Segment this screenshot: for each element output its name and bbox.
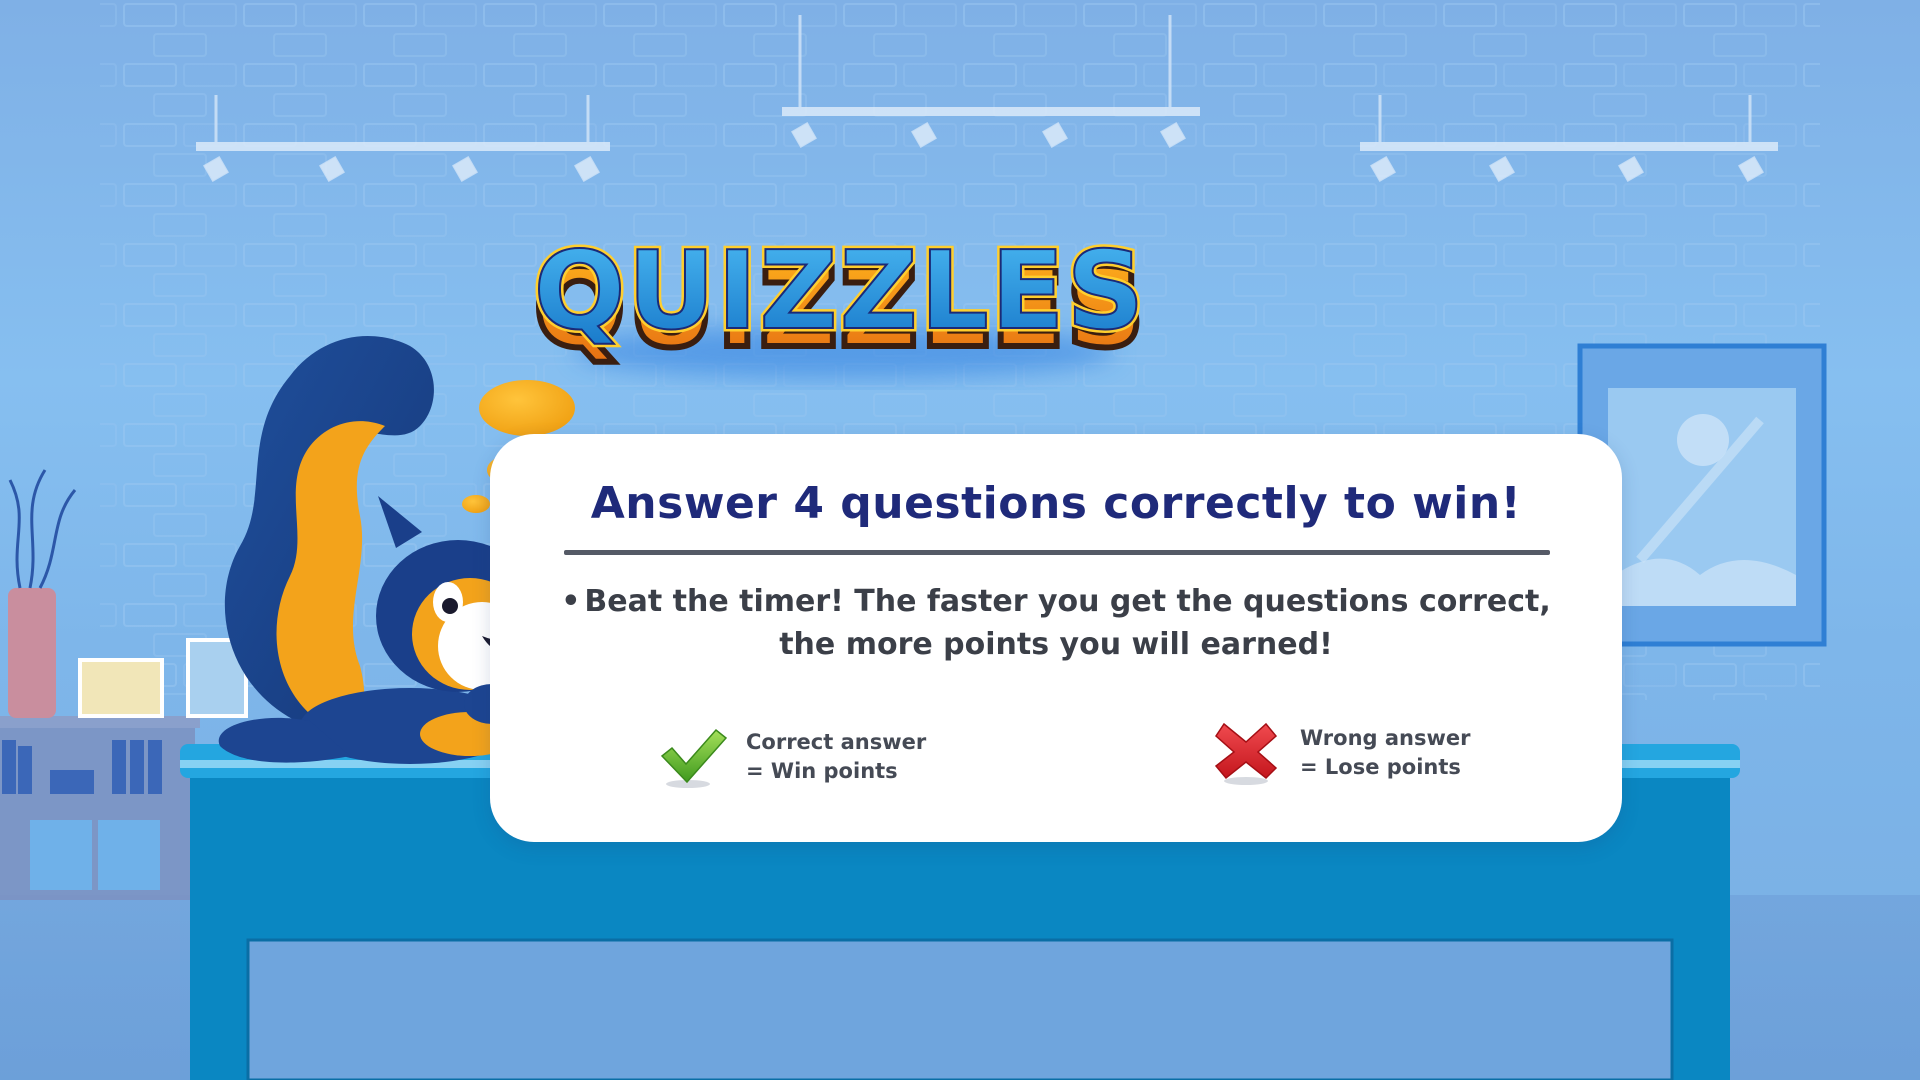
lose-points-label: = Lose points <box>1300 755 1461 779</box>
description-line-2: the more points you will earned! <box>779 627 1333 662</box>
win-points-label: = Win points <box>746 759 898 783</box>
description-line-1: • Beat the timer! The faster you get the … <box>561 584 1551 619</box>
legend-wrong: Wrong answer = Lose points <box>1212 720 1471 786</box>
wrong-answer-label: Wrong answer <box>1300 726 1471 750</box>
rules-title: Answer 4 questions correctly to win! <box>590 478 1522 529</box>
game-scene: QUIZZLES QUIZZLES QUIZZLES Answer 4 ques… <box>0 0 1920 1080</box>
svg-text:QUIZZLES: QUIZZLES <box>534 229 1147 354</box>
rules-description: • Beat the timer! The faster you get the … <box>550 580 1562 666</box>
rules-card: Answer 4 questions correctly to win! • Be… <box>490 434 1622 842</box>
correct-answer-label: Correct answer <box>746 730 927 754</box>
checkmark-icon <box>660 728 728 788</box>
cross-icon <box>1214 722 1278 785</box>
legend-correct: Correct answer = Win points <box>658 724 926 790</box>
title-divider <box>564 550 1550 555</box>
bullet-icon: • <box>561 584 581 619</box>
quizzles-logo: QUIZZLES QUIZZLES QUIZZLES <box>530 226 1148 378</box>
